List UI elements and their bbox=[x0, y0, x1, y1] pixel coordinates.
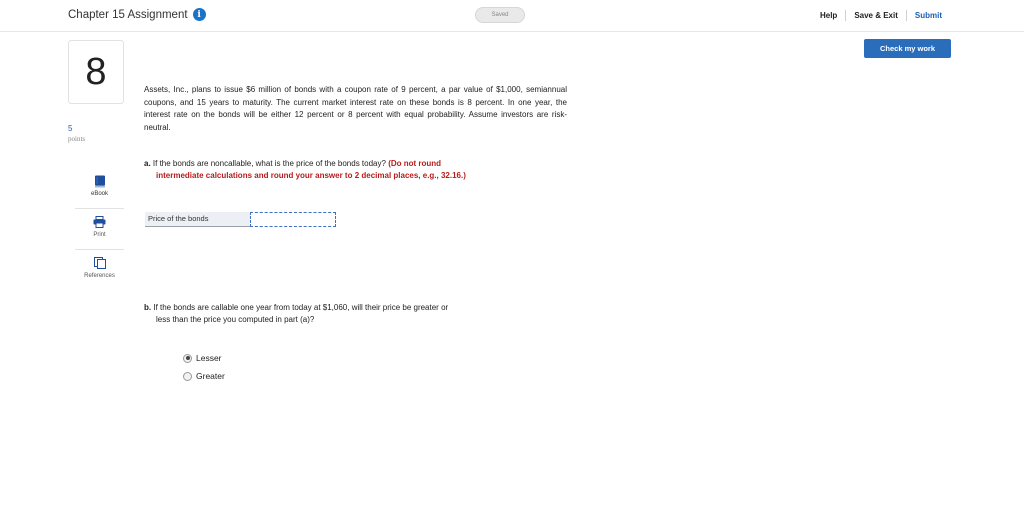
tool-label: Print bbox=[93, 232, 106, 238]
question-number: 8 bbox=[68, 40, 124, 104]
tool-ebook[interactable]: eBook bbox=[75, 168, 124, 209]
saved-status-badge: Saved bbox=[475, 7, 525, 23]
question-text: Assets, Inc., plans to issue $6 million … bbox=[144, 85, 567, 132]
tools-panel: eBook Print References bbox=[75, 168, 124, 292]
answer-label: Price of the bonds bbox=[145, 212, 250, 227]
part-a-letter: a. bbox=[144, 159, 151, 168]
help-link[interactable]: Help bbox=[812, 11, 845, 20]
assignment-title-text: Chapter 15 Assignment bbox=[68, 8, 188, 21]
tool-references[interactable]: References bbox=[75, 250, 124, 291]
option-label: Lesser bbox=[196, 353, 222, 363]
part-a-instruction-cont: intermediate calculations and round your… bbox=[156, 171, 466, 180]
top-bar: Chapter 15 Assignment i Saved Help Save … bbox=[0, 0, 1024, 32]
submit-link[interactable]: Submit bbox=[907, 11, 950, 20]
radio-button-selected[interactable] bbox=[183, 353, 192, 363]
part-a-text: If the bonds are noncallable, what is th… bbox=[152, 159, 386, 168]
radio-button[interactable] bbox=[183, 371, 192, 381]
part-b-text: If the bonds are callable one year from … bbox=[153, 303, 449, 312]
option-lesser[interactable]: Lesser bbox=[183, 349, 225, 367]
points-value: 5 bbox=[68, 124, 73, 133]
part-a-instruction: (Do not round bbox=[388, 159, 442, 168]
references-icon bbox=[93, 256, 107, 270]
tool-label: References bbox=[84, 273, 115, 279]
part-b-options: Lesser Greater bbox=[183, 349, 225, 385]
tool-label: eBook bbox=[90, 191, 108, 197]
part-a-prompt: a. If the bonds are noncallable, what is… bbox=[144, 158, 574, 182]
part-b-letter: b. bbox=[144, 303, 152, 312]
option-label: Greater bbox=[196, 371, 225, 381]
book-icon bbox=[93, 174, 107, 188]
printer-icon bbox=[93, 215, 107, 229]
points-label: points bbox=[68, 135, 86, 143]
option-greater[interactable]: Greater bbox=[183, 367, 225, 385]
assignment-title: Chapter 15 Assignment i bbox=[68, 8, 206, 21]
check-my-work-button[interactable]: Check my work bbox=[864, 39, 951, 58]
price-answer-input[interactable] bbox=[250, 212, 336, 227]
info-icon[interactable]: i bbox=[192, 8, 206, 21]
part-b-prompt: b. If the bonds are callable one year fr… bbox=[144, 302, 574, 326]
header-actions: Help Save & Exit Submit bbox=[812, 10, 950, 21]
part-b-text-cont: less than the price you computed in part… bbox=[156, 315, 315, 324]
tool-print[interactable]: Print bbox=[75, 209, 124, 250]
answer-row: Price of the bonds bbox=[145, 212, 336, 227]
save-exit-link[interactable]: Save & Exit bbox=[846, 11, 906, 20]
